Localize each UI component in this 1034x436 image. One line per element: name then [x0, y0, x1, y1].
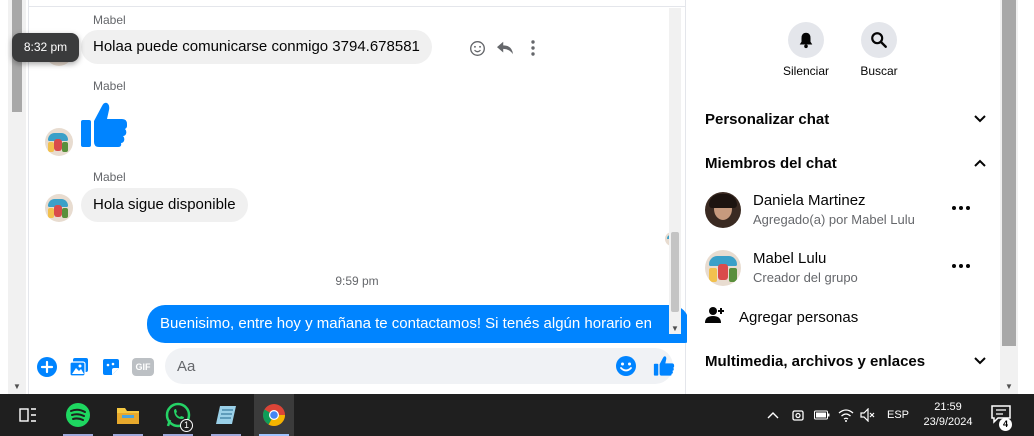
section-label: Personalizar chat [705, 110, 830, 128]
section-label: Multimedia, archivos y enlaces [705, 352, 926, 370]
notification-count-badge: 4 [999, 418, 1012, 431]
scroll-down-arrow-icon[interactable]: ▼ [13, 382, 21, 391]
sender-name: Mabel [93, 79, 126, 93]
thumbs-up-sticker-icon[interactable] [79, 100, 129, 155]
composer: GIF [29, 344, 685, 392]
member-row[interactable]: Mabel Lulu Creador del grupo [705, 250, 987, 290]
avatar[interactable] [45, 194, 73, 222]
add-people-button[interactable]: Agregar personas [705, 306, 858, 328]
notification-badge: 1 [180, 419, 193, 432]
whatsapp-icon[interactable]: 1 [158, 394, 198, 436]
search-action[interactable]: Buscar [844, 22, 914, 78]
sender-name: Mabel [93, 13, 126, 27]
member-subtitle: Agregado(a) por Mabel Lulu [753, 212, 915, 227]
search-label: Buscar [860, 64, 898, 78]
timestamp: 9:59 pm [335, 274, 379, 288]
mute-label: Silenciar [782, 64, 830, 78]
message-bubble[interactable]: Holaa puede comunicarse conmigo 3794.678… [81, 30, 432, 64]
meet-now-icon[interactable] [788, 394, 808, 436]
scroll-down-arrow-icon[interactable]: ▼ [1005, 382, 1013, 391]
volume-muted-icon[interactable] [858, 394, 878, 436]
more-options-icon[interactable] [951, 198, 971, 218]
bell-icon[interactable] [788, 22, 824, 58]
media-files-section[interactable]: Multimedia, archivos y enlaces [705, 349, 987, 373]
message-actions [466, 38, 544, 58]
file-explorer-icon[interactable] [108, 394, 148, 436]
like-button-icon[interactable] [653, 355, 675, 377]
chat-members-section[interactable]: Miembros del chat [705, 151, 987, 175]
chat-scrollbar[interactable]: ▼ [669, 8, 681, 334]
plus-icon[interactable] [36, 356, 58, 378]
task-view-icon[interactable] [8, 394, 48, 436]
window-edge [1018, 0, 1034, 394]
language-indicator[interactable]: ESP [884, 394, 912, 436]
avatar[interactable] [705, 250, 741, 286]
panel-scrollbar[interactable]: ▼ [1000, 0, 1018, 394]
clock-date: 23/9/2024 [923, 416, 973, 428]
battery-icon[interactable] [812, 394, 832, 436]
sticker-icon[interactable] [100, 356, 122, 378]
avatar[interactable] [45, 128, 73, 156]
gif-icon[interactable]: GIF [130, 356, 156, 378]
panel-scrollbar-thumb[interactable] [1002, 0, 1016, 346]
notes-app-icon[interactable] [206, 394, 246, 436]
spotify-icon[interactable] [58, 394, 98, 436]
chat-info-panel: Silenciar Buscar Personalizar chat Miemb… [687, 0, 1000, 394]
chevron-down-icon [973, 353, 987, 370]
member-row[interactable]: Daniela Martinez Agregado(a) por Mabel L… [705, 192, 987, 232]
customize-chat-section[interactable]: Personalizar chat [705, 107, 987, 131]
search-icon[interactable] [861, 22, 897, 58]
add-person-icon [705, 306, 725, 328]
message-input[interactable] [165, 348, 673, 384]
member-subtitle: Creador del grupo [753, 270, 858, 285]
avatar[interactable] [705, 192, 741, 228]
wifi-icon[interactable] [836, 394, 856, 436]
chat-pane: Mabel Holaa puede comunicarse conmigo 37… [28, 0, 689, 394]
divider [29, 6, 685, 7]
sent-message-bubble[interactable]: Buenisimo, entre hoy y mañana te contact… [147, 305, 689, 343]
sender-name: Mabel [93, 170, 126, 184]
more-options-icon[interactable] [522, 38, 544, 58]
image-icon[interactable] [68, 356, 90, 378]
scroll-down-arrow-icon[interactable]: ▼ [671, 324, 679, 333]
member-name: Mabel Lulu [753, 250, 827, 267]
chat-scrollbar-thumb[interactable] [671, 232, 679, 312]
system-clock[interactable]: 21:59 23/9/2024 [915, 400, 981, 430]
section-label: Miembros del chat [705, 154, 837, 172]
chevron-down-icon [973, 111, 987, 128]
message-bubble[interactable]: Hola sigue disponible [81, 188, 248, 222]
emoji-icon[interactable] [615, 355, 637, 377]
member-name: Daniela Martinez [753, 192, 866, 209]
clock-time: 21:59 [934, 401, 962, 413]
taskbar: 1 ESP 21:59 23/9/2024 4 [0, 394, 1034, 436]
chevron-up-icon [973, 155, 987, 172]
chrome-icon[interactable] [254, 394, 294, 436]
react-emoji-icon[interactable] [466, 38, 488, 58]
more-options-icon[interactable] [951, 256, 971, 276]
time-tooltip: 8:32 pm [12, 33, 79, 62]
add-people-label: Agregar personas [739, 308, 859, 326]
mute-action[interactable]: Silenciar [771, 22, 841, 78]
show-hidden-icons-chevron-up-icon[interactable] [763, 394, 783, 436]
reply-icon[interactable] [494, 38, 516, 58]
